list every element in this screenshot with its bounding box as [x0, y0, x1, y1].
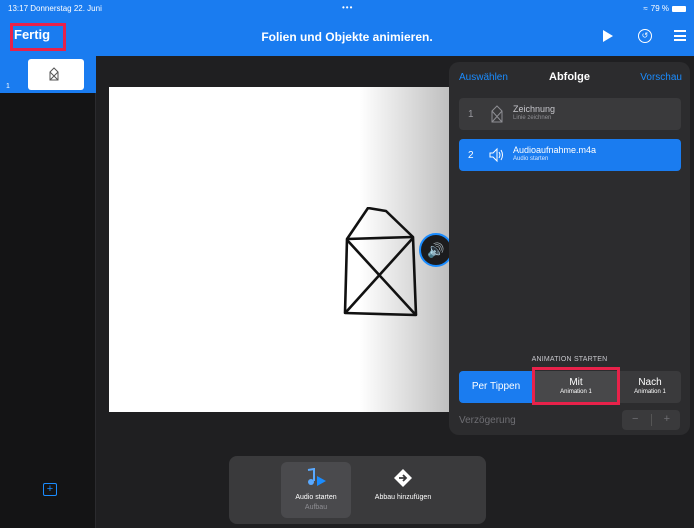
audio-object[interactable]: 🔊 — [419, 233, 453, 267]
tool-sub: Aufbau — [304, 504, 328, 511]
drawing-icon — [491, 105, 503, 123]
wifi-icon: ≈ — [643, 4, 648, 13]
house-drawing[interactable] — [342, 207, 422, 317]
slide-thumbnail[interactable] — [28, 59, 84, 90]
list-icon[interactable] — [674, 30, 686, 41]
play-icon[interactable] — [603, 30, 613, 42]
audio-start-button[interactable]: Audio starten Aufbau — [281, 462, 351, 518]
preview-button[interactable]: Vorschau — [640, 72, 682, 83]
item-name: Audioaufnahme.m4a — [513, 145, 597, 155]
undo-icon[interactable]: ↺ — [638, 29, 652, 43]
item-number: 1 — [468, 109, 474, 120]
app-window: 13:17 Donnerstag 22. Juni ••• ≈ 79 % Fer… — [0, 0, 694, 528]
decrement-button[interactable]: − — [632, 413, 638, 425]
tool-label: Audio starten — [295, 494, 337, 501]
multitasking-dots[interactable]: ••• — [342, 3, 353, 12]
slide-number: 1 — [6, 83, 10, 90]
speaker-icon — [489, 147, 503, 163]
slide-canvas[interactable] — [109, 87, 449, 412]
list-item-selected[interactable]: 2 Audioaufnahme.m4a Audio starten — [459, 139, 681, 171]
increment-button[interactable]: + — [664, 413, 670, 425]
stepper-divider — [651, 414, 652, 426]
speaker-icon: 🔊 — [427, 242, 445, 258]
thumbnail-drawing-icon — [49, 67, 59, 81]
popover-header: Auswählen Abfolge Vorschau — [449, 62, 690, 90]
option-label: Per Tippen — [471, 381, 521, 392]
slide-navigator: 1 + — [0, 56, 96, 528]
item-sub: Audio starten — [513, 156, 549, 162]
status-bar: 13:17 Donnerstag 22. Juni ••• ≈ 79 % — [0, 0, 694, 18]
with-option-highlight-box — [532, 367, 620, 405]
item-sub: Linie zeichnen — [513, 115, 552, 121]
delay-stepper[interactable]: − + — [622, 410, 680, 430]
navigation-bar: Fertig Folien und Objekte animieren. ↺ — [0, 18, 694, 56]
tool-label: Abbau hinzufügen — [374, 494, 432, 501]
option-sub: Animation 1 — [634, 389, 666, 395]
battery-indicator: ≈ 79 % — [643, 4, 686, 13]
slide-thumbnail-selected[interactable]: 1 — [0, 56, 96, 93]
item-number: 2 — [468, 150, 474, 161]
battery-percent: 79 % — [650, 4, 669, 13]
delay-label: Verzögerung — [459, 415, 516, 426]
start-animation-label: ANIMATION STARTEN — [531, 356, 608, 363]
add-slide-icon[interactable]: + — [43, 483, 57, 496]
build-out-icon — [394, 469, 412, 487]
animation-popover: Auswählen Abfolge Vorschau 1 Zeichnung L… — [449, 62, 690, 435]
option-label: Nach — [638, 377, 662, 388]
status-time-date: 13:17 Donnerstag 22. Juni — [8, 4, 102, 13]
list-item[interactable]: 1 Zeichnung Linie zeichnen — [459, 98, 681, 130]
on-tap-option[interactable]: Per Tippen — [459, 371, 533, 403]
battery-icon — [672, 5, 686, 12]
animation-toolbar: Audio starten Aufbau Abbau hinzufügen — [229, 456, 486, 524]
after-animation-option[interactable]: Nach Animation 1 — [619, 371, 681, 403]
add-build-out-button[interactable]: Abbau hinzufügen — [361, 462, 445, 518]
page-title: Folien und Objekte animieren. — [261, 30, 433, 44]
item-name: Zeichnung — [513, 104, 556, 114]
music-note-icon — [307, 468, 326, 486]
